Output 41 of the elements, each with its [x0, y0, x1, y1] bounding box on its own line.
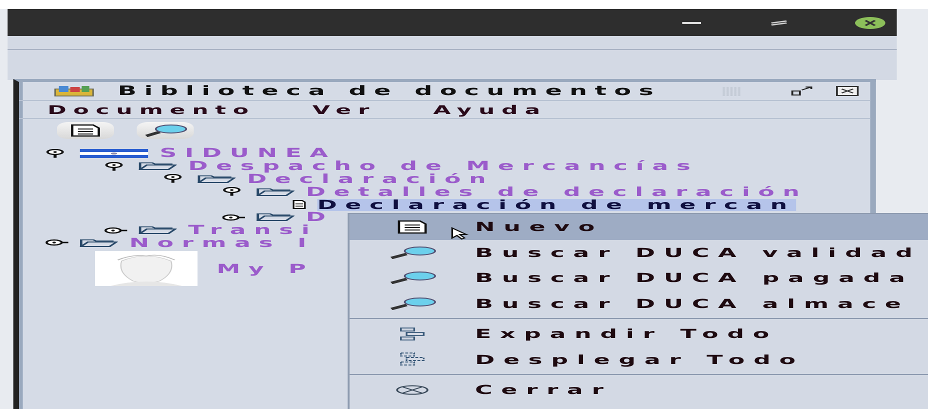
undock-icon[interactable] — [790, 86, 814, 96]
menu-item[interactable]: Cerrar — [350, 377, 928, 402]
menu-item[interactable]: Buscar DUCA validad — [350, 240, 928, 265]
folder-icon — [138, 162, 177, 170]
close-circle-icon — [395, 384, 430, 395]
new-document-button[interactable] — [57, 122, 114, 138]
collapse-tree-icon — [399, 352, 426, 366]
close-icon[interactable] — [836, 86, 859, 96]
search-icon — [388, 296, 437, 310]
close-icon[interactable] — [855, 16, 886, 28]
tree-item[interactable]: Declaración de mercan — [317, 198, 796, 211]
mouse-cursor-icon — [450, 227, 470, 240]
menu-item[interactable]: Ver — [312, 102, 376, 116]
search-icon — [142, 124, 188, 136]
flag-icon — [80, 148, 148, 158]
search-icon — [388, 246, 437, 259]
collapsed-toggle-icon[interactable] — [104, 226, 128, 235]
menu-item[interactable]: Desplegar Todo — [350, 346, 928, 372]
folder-icon — [198, 174, 236, 183]
document-icon — [292, 200, 306, 210]
folder-icon — [138, 226, 177, 234]
search-icon — [388, 271, 437, 284]
menu-item[interactable]: Buscar DUCA pagada — [350, 265, 928, 290]
document-icon — [68, 124, 103, 136]
folder-icon — [80, 238, 118, 247]
folder-icon — [256, 213, 294, 222]
collapsed-toggle-icon[interactable] — [46, 238, 68, 248]
collapsed-toggle-icon[interactable] — [222, 212, 246, 222]
panel-title: Biblioteca de documentos — [118, 84, 662, 98]
menu-item[interactable]: Ayuda — [433, 102, 547, 116]
menu-item[interactable]: Expandir Todo — [350, 321, 928, 346]
expand-tree-icon — [399, 326, 426, 341]
menu-item[interactable]: Documento — [48, 102, 256, 116]
menu-item[interactable]: Nuevo — [350, 214, 928, 240]
user-name: My P — [216, 261, 314, 276]
books-icon — [53, 85, 95, 97]
restore-icon[interactable] — [770, 20, 788, 26]
search-button[interactable] — [136, 122, 194, 138]
menu-item[interactable]: Buscar DUCA almace — [350, 290, 928, 316]
folder-icon — [256, 188, 294, 196]
grip-icon[interactable] — [722, 86, 741, 96]
